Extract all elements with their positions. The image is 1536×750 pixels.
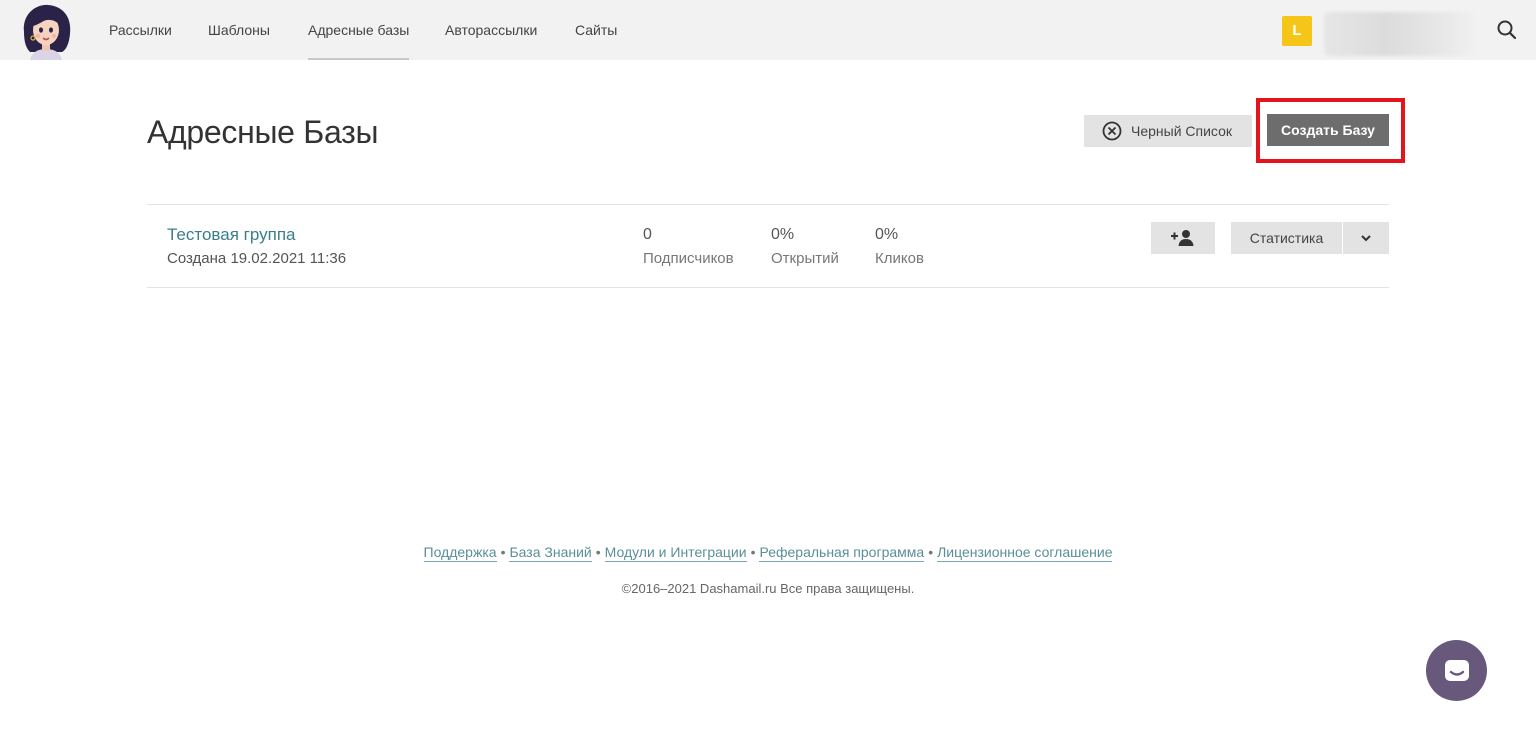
chat-widget-button[interactable] (1426, 640, 1487, 701)
footer-link-integrations[interactable]: Модули и Интеграции (604, 544, 747, 562)
chevron-down-icon (1360, 234, 1372, 242)
add-user-icon (1170, 229, 1196, 247)
nav-item-mailings[interactable]: Рассылки (109, 0, 172, 60)
blacklist-button[interactable]: Черный Список (1084, 115, 1252, 147)
dasha-avatar-icon[interactable] (16, 2, 76, 60)
footer-links: Поддержка • База Знаний • Модули и Интеграци… (423, 544, 1113, 562)
nav-item-autoresponders[interactable]: Авторассылки (445, 0, 537, 60)
nav-item-templates[interactable]: Шаблоны (208, 0, 270, 60)
top-navbar: Рассылки Шаблоны Адресные базы Авторассы… (0, 0, 1536, 60)
circle-x-icon (1102, 121, 1122, 141)
list-divider-bottom (147, 287, 1389, 288)
footer-link-license[interactable]: Лицензионное соглашение (937, 544, 1113, 562)
user-badge[interactable]: L (1282, 16, 1312, 46)
footer-link-support[interactable]: Поддержка (423, 544, 497, 562)
subscribers-count: 0 (643, 226, 652, 243)
footer-link-knowledge-base[interactable]: База Знаний (509, 544, 592, 562)
add-subscriber-button[interactable] (1151, 222, 1215, 254)
create-base-button[interactable]: Создать Базу (1267, 114, 1389, 146)
account-menu[interactable] (1324, 12, 1480, 56)
opens-rate: 0% (771, 226, 795, 243)
nav-item-sites[interactable]: Сайты (575, 0, 617, 60)
list-divider-top (147, 204, 1389, 205)
clicks-label: Кликов (875, 250, 924, 267)
page-title: Адресные Базы (147, 114, 379, 150)
group-name-link[interactable]: Тестовая группа (167, 225, 296, 245)
group-created-date: Создана 19.02.2021 11:36 (167, 250, 347, 267)
chat-icon (1442, 657, 1472, 685)
statistics-dropdown-button[interactable] (1343, 222, 1389, 254)
subscribers-label: Подписчиков (643, 250, 734, 267)
copyright: ©2016–2021 Dashamail.ru Все права защище… (621, 581, 915, 596)
opens-label: Открытий (771, 250, 839, 267)
blacklist-button-label: Черный Список (1131, 123, 1232, 139)
nav-item-address-bases[interactable]: Адресные базы (308, 0, 410, 60)
clicks-rate: 0% (875, 226, 899, 243)
statistics-button[interactable]: Статистика (1231, 222, 1342, 254)
search-icon[interactable] (1494, 17, 1520, 43)
footer-link-referral[interactable]: Реферальная программа (759, 544, 925, 562)
